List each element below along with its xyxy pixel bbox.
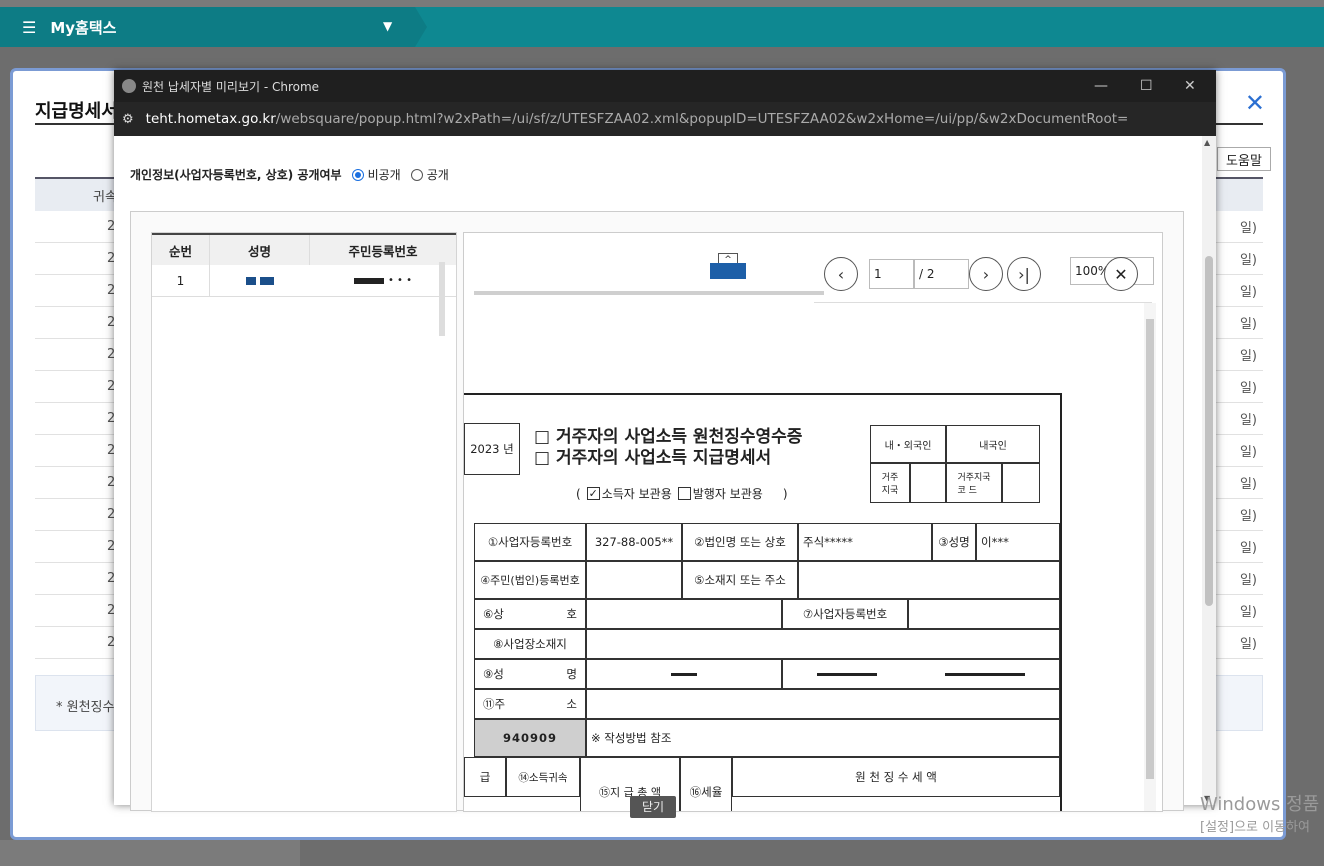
close-icon[interactable]: ✕ <box>1245 89 1265 117</box>
person-list: 순번 성명 주민등록번호 1 • • • <box>151 232 457 812</box>
my-hometax-menu[interactable]: ☰ My홈택스 ▼ <box>0 7 427 47</box>
window-title: 원천 납세자별 미리보기 - Chrome <box>142 79 320 94</box>
field-corp-name-label: ②법인명 또는 상호 <box>682 523 798 561</box>
viewer-frame: 순번 성명 주민등록번호 1 • • • ^ ‹ 1 / 2 › ›| 100%… <box>130 211 1184 812</box>
field-address-label: ⑤소재지 또는 주소 <box>682 561 798 599</box>
radio-public[interactable] <box>410 168 423 181</box>
radio-public-label[interactable]: 공개 <box>427 166 449 183</box>
form-title: □ 거주자의 사업소득 원천징수영수증 □ 거주자의 사업소득 지급명세서 <box>534 427 803 468</box>
page-total: / 2 <box>914 259 969 289</box>
menu-title: My홈택스 <box>50 18 117 37</box>
windows-activation-watermark: Windows 정품 <box>1200 794 1320 815</box>
row-name-masked <box>210 265 310 296</box>
modal-title: 지급명세서 <box>35 101 118 122</box>
page-background-strip <box>0 840 300 866</box>
close-button[interactable]: 닫기 <box>630 796 676 818</box>
field-rrn-label: ④주민(법인)등록번호 <box>474 561 586 599</box>
row-no: 1 <box>152 265 210 296</box>
field-name-label: ③성명 <box>932 523 976 561</box>
header-bar: ☰ My홈택스 ▼ <box>0 7 1324 47</box>
col-name: 성명 <box>210 235 310 265</box>
scroll-up-icon[interactable]: ▲ <box>1204 138 1210 147</box>
document-scrollbar[interactable] <box>1144 303 1156 811</box>
help-button[interactable]: 도움말 <box>1217 147 1271 171</box>
preview-popup-window: 원천 납세자별 미리보기 - Chrome — ☐ ✕ ⚙ teht.homet… <box>114 70 1216 812</box>
windows-activation-hint: [설정]으로 이동하여 <box>1200 820 1310 835</box>
radio-private[interactable] <box>351 168 364 181</box>
field-biz-reg-value: 327-88-005** <box>586 523 682 561</box>
url-host: teht.hometax.go.kr <box>145 111 276 127</box>
hamburger-icon[interactable]: ☰ <box>22 18 36 37</box>
toolbar-progress <box>474 291 824 295</box>
window-titlebar: 원천 납세자별 미리보기 - Chrome — ☐ ✕ <box>114 70 1216 102</box>
popup-content: 개인정보(사업자등록번호, 상호) 공개여부 비공개 공개 순번 성명 주민등록… <box>114 136 1216 812</box>
panel-splitter[interactable] <box>439 262 445 336</box>
person-row[interactable]: 1 • • • <box>152 265 456 297</box>
code-note: ※ 작성방법 참조 <box>586 719 1060 757</box>
field-biz-reg2-label: ⑦사업자등록번호 <box>782 599 908 629</box>
popup-scrollbar[interactable]: ▲ ▼ <box>1202 136 1216 805</box>
field-biz-reg-label: ①사업자등록번호 <box>474 523 586 561</box>
field-trade-name-label: ⑥상 호 <box>474 599 586 629</box>
field-payee-name-masked <box>586 659 782 689</box>
viewer-toolbar: ^ ‹ 1 / 2 › ›| 100% ✕ <box>464 233 1162 303</box>
form-year: 2023 년 <box>464 423 520 475</box>
row-rrn-masked: • • • <box>310 265 456 296</box>
chevron-down-icon[interactable]: ▼ <box>383 19 392 33</box>
site-settings-icon[interactable]: ⚙ <box>122 112 134 127</box>
label-withholding-tax: 원 천 징 수 세 액 <box>732 757 1060 797</box>
industry-code: 940909 <box>474 719 586 757</box>
label-income-period: ⑭소득귀속 <box>506 757 580 797</box>
field-name-value: 이*** <box>976 523 1060 561</box>
radio-private-label[interactable]: 비공개 <box>368 166 401 183</box>
residence-label: 거주 지국 <box>870 463 910 503</box>
label-tax-rate: ⑯세율 <box>680 757 732 811</box>
privacy-label: 개인정보(사업자등록번호, 상호) 공개여부 <box>130 168 342 182</box>
issuer-checkbox[interactable] <box>677 487 691 500</box>
close-window-icon[interactable]: ✕ <box>1184 78 1196 94</box>
col-rrn: 주민등록번호 <box>348 243 418 259</box>
page-number-input[interactable]: 1 <box>869 259 914 289</box>
url-path: /websquare/popup.html?w2xPath=/ui/sf/z/U… <box>275 111 1129 127</box>
maximize-icon[interactable]: ☐ <box>1140 78 1153 94</box>
next-page-button[interactable]: › <box>969 257 1003 291</box>
copy-type: ( ✓ 소득자 보관용 발행자 보관용 ) <box>576 486 788 502</box>
prev-page-button[interactable]: ‹ <box>824 257 858 291</box>
last-page-button[interactable]: ›| <box>1007 257 1041 291</box>
address-bar[interactable]: ⚙ teht.hometax.go.kr /websquare/popup.ht… <box>114 102 1216 136</box>
field-payee-rrn-masked <box>782 659 1060 689</box>
col-no: 순번 <box>152 235 210 265</box>
close-viewer-icon[interactable]: ✕ <box>1104 257 1138 291</box>
field-payee-name-label: ⑨성 명 <box>474 659 586 689</box>
top-strip <box>0 0 1324 7</box>
privacy-option-row: 개인정보(사업자등록번호, 상호) 공개여부 비공개 공개 <box>130 166 449 183</box>
field-corp-name-value: 주식***** <box>798 523 932 561</box>
document-viewer: ^ ‹ 1 / 2 › ›| 100% ✕ 2023 년 □ 거주자의 사업소득… <box>463 232 1163 812</box>
print-icon[interactable]: ^ <box>710 253 746 283</box>
field-payee-address-label: ⑪주 소 <box>474 689 586 719</box>
label-pay: 급 <box>464 757 506 797</box>
field-workplace-label: ⑧사업장소재지 <box>474 629 586 659</box>
nationality-label: 내・외국인 <box>870 425 946 463</box>
globe-icon <box>122 79 136 93</box>
tax-form: 2023 년 □ 거주자의 사업소득 원천징수영수증 □ 거주자의 사업소득 지… <box>464 393 1062 811</box>
person-list-header: 순번 성명 주민등록번호 <box>152 233 456 265</box>
minimize-icon[interactable]: — <box>1094 78 1108 94</box>
nationality-value: 내국인 <box>946 425 1040 463</box>
holder-checkbox[interactable]: ✓ <box>586 487 600 500</box>
residence-code-label: 거주지국 코 드 <box>946 463 1002 503</box>
